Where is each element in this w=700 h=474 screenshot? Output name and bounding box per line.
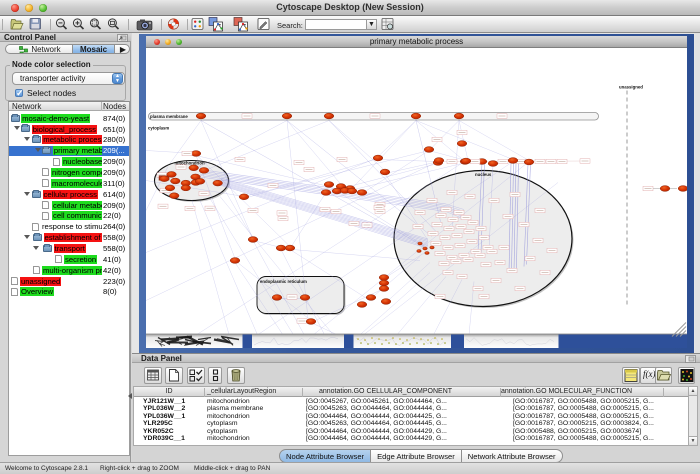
svg-text:cytoplasm: cytoplasm (148, 125, 169, 130)
svg-text:endoplasmic reticulum: endoplasmic reticulum (260, 279, 307, 284)
svg-text:unassigned: unassigned (619, 84, 643, 89)
svg-text:plasma membrane: plasma membrane (150, 113, 188, 118)
svg-text:nucleus: nucleus (475, 172, 492, 177)
